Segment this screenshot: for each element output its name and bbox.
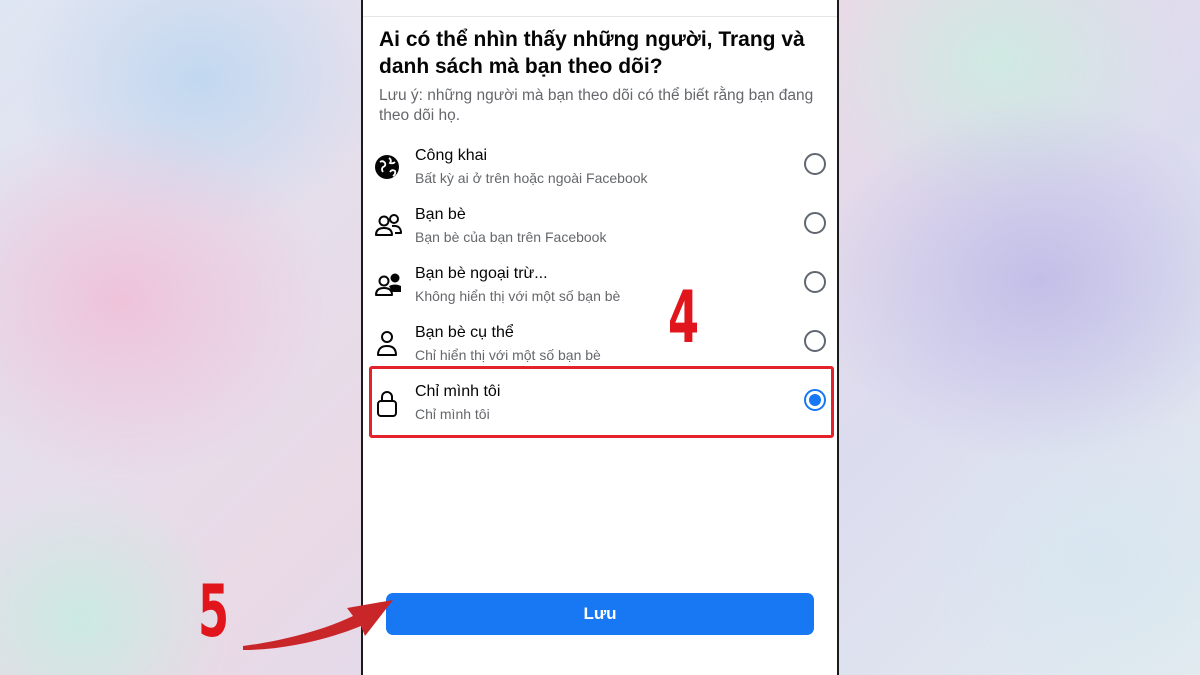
privacy-dialog: Ai có thể nhìn thấy những người, Trang v…: [361, 0, 839, 675]
option-public[interactable]: Công khai Bất kỳ ai ở trên hoặc ngoài Fa…: [363, 142, 837, 201]
option-public-label: Công khai: [415, 147, 488, 164]
option-public-radio[interactable]: [804, 153, 826, 175]
step-4-label: 4: [668, 275, 700, 359]
step-5-label: 5: [198, 569, 230, 653]
option-friends-except-description: Không hiển thị với một số bạn bè: [415, 288, 621, 304]
option-friends-except-radio[interactable]: [804, 271, 826, 293]
option-friends-except[interactable]: Bạn bè ngoại trừ... Không hiển thị với m…: [363, 260, 837, 319]
globe-icon: [374, 152, 404, 182]
dialog-title: Ai có thể nhìn thấy những người, Trang v…: [379, 28, 805, 78]
option-friends[interactable]: Bạn bè Bạn bè của bạn trên Facebook: [363, 201, 837, 260]
friends-except-icon: [374, 270, 404, 300]
option-friends-label: Bạn bè: [415, 206, 466, 223]
person-icon: [374, 329, 404, 359]
option-friends-radio[interactable]: [804, 212, 826, 234]
pointer-arrow: [243, 600, 393, 650]
option-public-description: Bất kỳ ai ở trên hoặc ngoài Facebook: [415, 170, 648, 186]
option-friends-description: Bạn bè của bạn trên Facebook: [415, 229, 607, 245]
option-specific-friends-radio[interactable]: [804, 330, 826, 352]
top-divider: [363, 16, 837, 17]
option-specific-friends-description: Chỉ hiển thị với một số bạn bè: [415, 347, 601, 363]
option-specific-friends-label: Bạn bè cụ thể: [415, 324, 514, 341]
dialog-note: Lưu ý: những người mà bạn theo dõi có th…: [379, 87, 814, 124]
selection-highlight-box: [369, 366, 834, 438]
option-friends-except-label: Bạn bè ngoại trừ...: [415, 265, 548, 282]
save-button[interactable]: Lưu: [386, 593, 814, 635]
friends-icon: [374, 211, 404, 241]
